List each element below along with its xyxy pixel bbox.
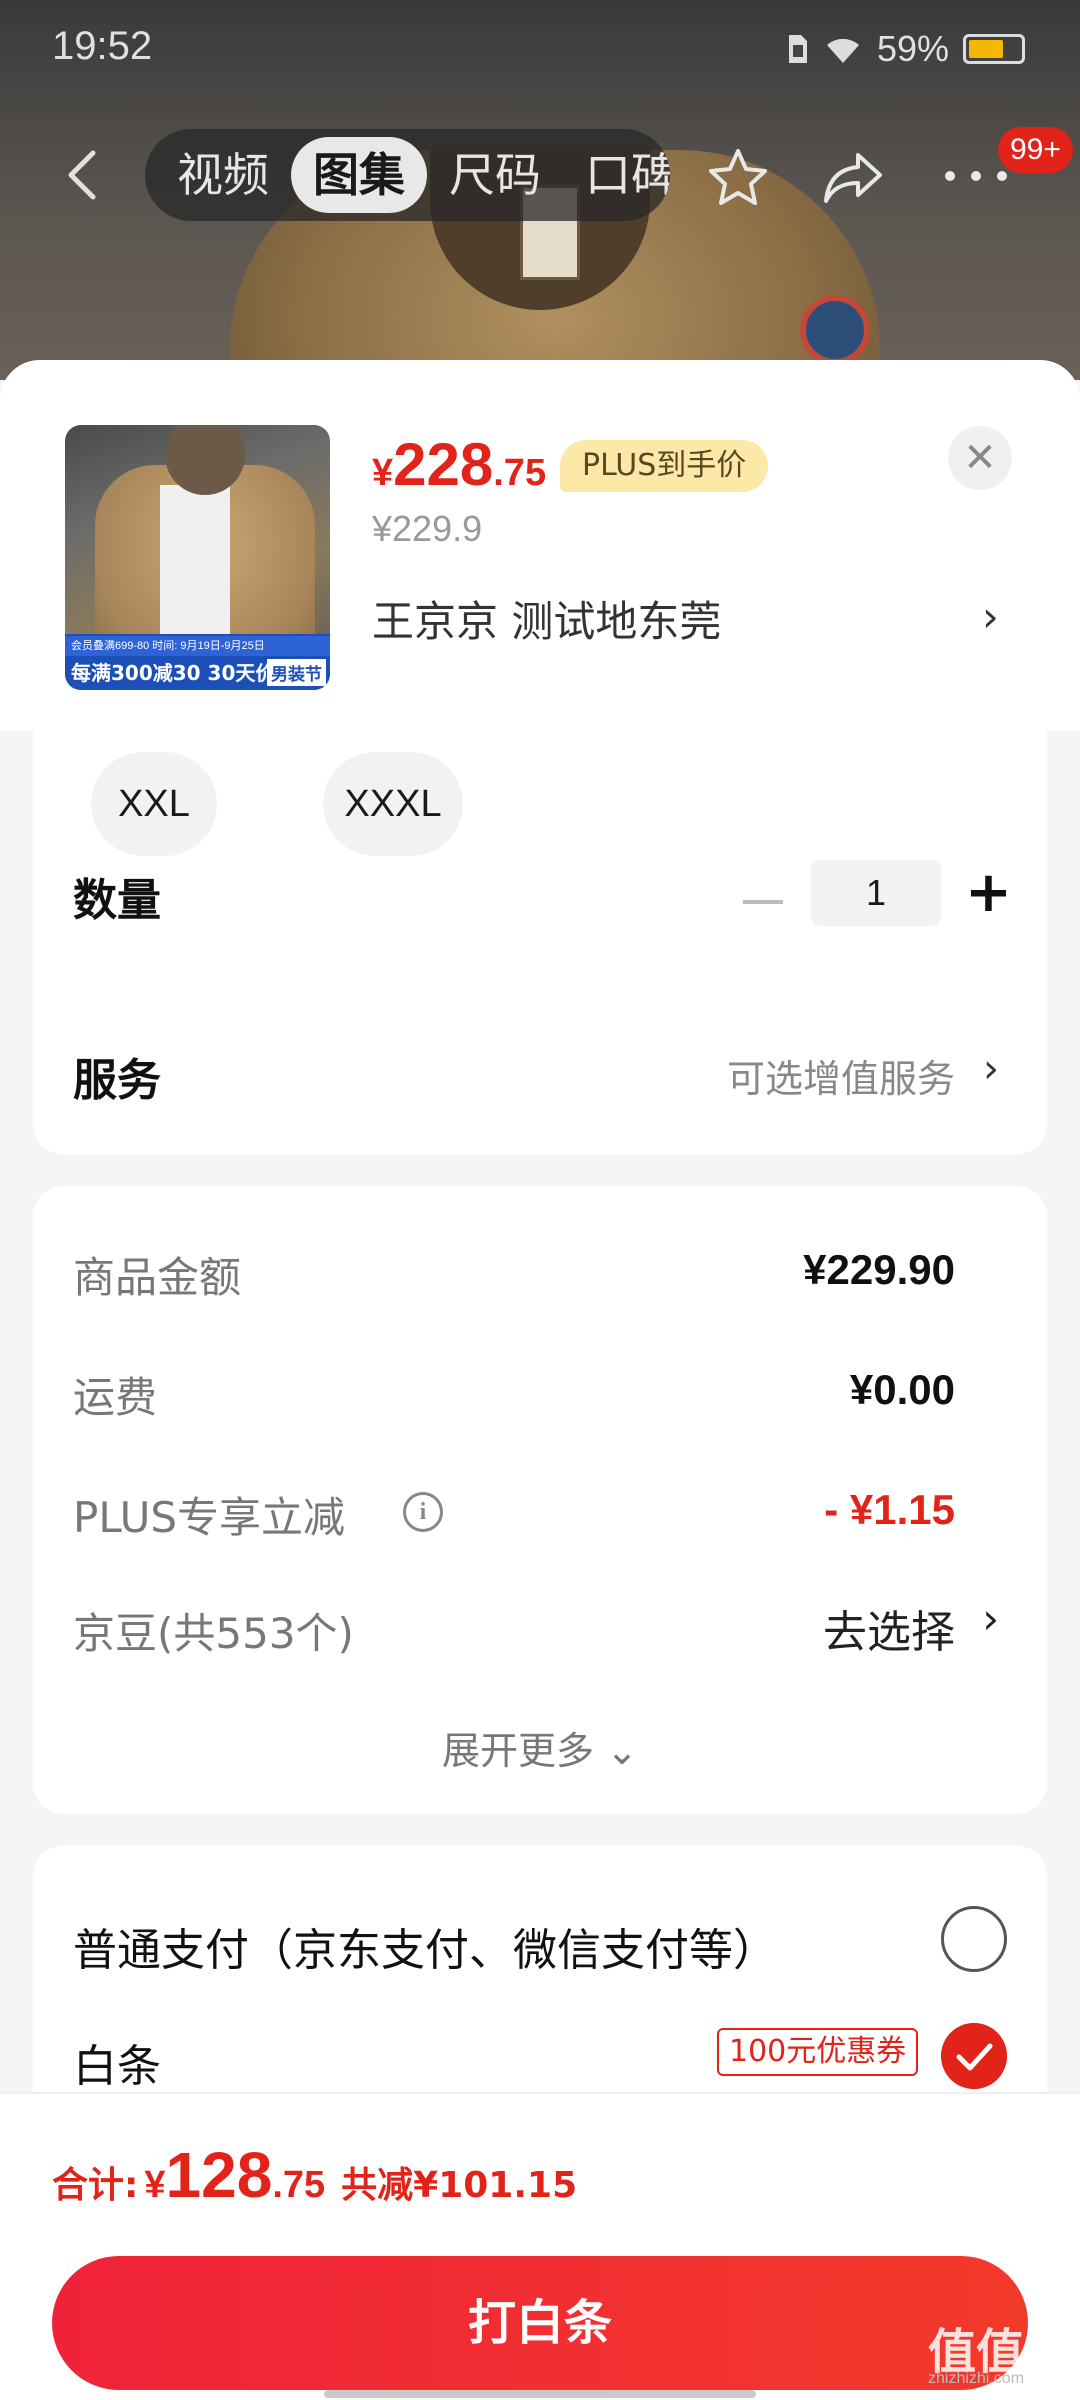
media-tabs: 视频 图集 尺码 口碑	[145, 129, 670, 221]
shipping-value: ¥0.00	[849, 1366, 955, 1413]
more-dots-icon[interactable]	[940, 165, 1012, 187]
message-badge: 99+	[998, 127, 1073, 173]
amount-card: 商品金额 ¥229.90 运费 ¥0.00 PLUS专享立减 i - ¥1.15…	[33, 1186, 1047, 1814]
checkout-bar: 合计: ¥ 128 .75 共减¥101.15 打白条	[0, 2092, 1080, 2400]
tab-reviews[interactable]: 口碑	[563, 137, 670, 213]
price-decimal: .75	[493, 452, 547, 494]
quantity-label: 数量	[73, 875, 161, 926]
spec-card: XXL XXXL 数量 1 + 服务 可选增值服务 ›	[33, 730, 1047, 1154]
jd-beans-label: 京豆(共553个)	[73, 1609, 354, 1658]
total-symbol: ¥	[144, 2164, 166, 2206]
service-label: 服务	[73, 1055, 161, 1106]
quantity-increase-button[interactable]: +	[965, 860, 1012, 926]
expand-more-label: 展开更多	[442, 1729, 595, 1773]
tab-gallery[interactable]: 图集	[291, 137, 427, 213]
total-label: 合计:	[52, 2165, 139, 2206]
sim-icon	[788, 35, 807, 63]
chevron-down-icon: ⌄	[606, 1729, 638, 1773]
product-thumbnail[interactable]: 每满300减30 30天价保 男装节 会员叠满699-80 时间: 9月19日-…	[65, 425, 330, 690]
jd-beans-select[interactable]: 去选择	[823, 1596, 955, 1660]
info-icon[interactable]: i	[403, 1492, 443, 1532]
chevron-right-icon[interactable]: ›	[982, 1594, 999, 1643]
total-price: 合计: ¥ 128 .75 共减¥101.15	[52, 2138, 577, 2212]
battery-icon	[963, 34, 1025, 64]
total-integer: 128	[165, 2139, 273, 2211]
top-nav: 视频 图集 尺码 口碑 99+	[0, 125, 1080, 225]
wifi-icon	[826, 38, 859, 63]
quantity-decrease-button[interactable]	[743, 900, 783, 904]
status-bar: 19:52 59%	[0, 0, 1080, 100]
size-option-xxl[interactable]: XXL	[91, 752, 217, 856]
share-icon[interactable]	[820, 147, 886, 209]
price-integer: 228	[393, 431, 494, 498]
baitiao-label[interactable]: 白条	[73, 2030, 161, 2094]
size-option-xxxl[interactable]: XXXL	[323, 752, 463, 856]
watermark-url: zhizhizhi.com	[928, 2370, 1025, 2387]
check-icon[interactable]	[941, 2023, 1007, 2089]
goods-amount-value: ¥229.90	[803, 1246, 955, 1293]
favorite-star-icon[interactable]	[705, 145, 771, 211]
original-price: ¥229.9	[372, 508, 483, 549]
tab-size[interactable]: 尺码	[427, 137, 563, 213]
thumbnail-promo-tag: 男装节	[267, 659, 326, 686]
sheet-header: 每满300减30 30天价保 男装节 会员叠满699-80 时间: 9月19日-…	[0, 360, 1080, 730]
status-icons: 59%	[787, 28, 1025, 70]
goods-amount-label: 商品金额	[73, 1253, 242, 1302]
total-savings: 共减¥101.15	[341, 2165, 578, 2206]
back-icon[interactable]	[55, 145, 115, 205]
plus-price-tag: PLUS到手价	[560, 440, 769, 492]
service-value[interactable]: 可选增值服务	[727, 1048, 955, 1103]
normal-payment-radio[interactable]	[941, 1906, 1007, 1972]
price-symbol: ¥	[372, 452, 394, 494]
chevron-right-icon[interactable]: ›	[982, 592, 999, 641]
status-time: 19:52	[52, 24, 153, 68]
thumbnail-promo-small: 会员叠满699-80 时间: 9月19日-9月25日	[65, 636, 330, 656]
chevron-right-icon[interactable]: ›	[983, 1046, 999, 1092]
jacket-patch	[800, 295, 870, 365]
tab-video[interactable]: 视频	[155, 137, 291, 213]
delivery-address[interactable]: 王京京 测试地东莞	[372, 588, 721, 649]
home-indicator[interactable]	[324, 2390, 756, 2398]
normal-payment-label[interactable]: 普通支付（京东支付、微信支付等）	[73, 1914, 777, 1978]
expand-more-button[interactable]: 展开更多 ⌄	[33, 1720, 1047, 1775]
battery-percent: 59%	[876, 28, 949, 69]
current-price: ¥ 228 .75	[372, 430, 546, 499]
total-decimal: .75	[272, 2164, 326, 2206]
coupon-badge: 100元优惠券	[717, 2028, 919, 2076]
plus-discount-value: - ¥1.15	[824, 1486, 955, 1533]
close-button[interactable]: ✕	[948, 426, 1012, 490]
thumbnail-promo-text: 每满300减30 30天价保	[71, 661, 296, 685]
thumbnail-shirt	[160, 485, 230, 635]
shipping-label: 运费	[73, 1373, 158, 1422]
quantity-input[interactable]: 1	[811, 860, 941, 926]
plus-discount-label: PLUS专享立减	[73, 1493, 346, 1542]
pay-baitiao-button[interactable]: 打白条	[52, 2256, 1028, 2390]
